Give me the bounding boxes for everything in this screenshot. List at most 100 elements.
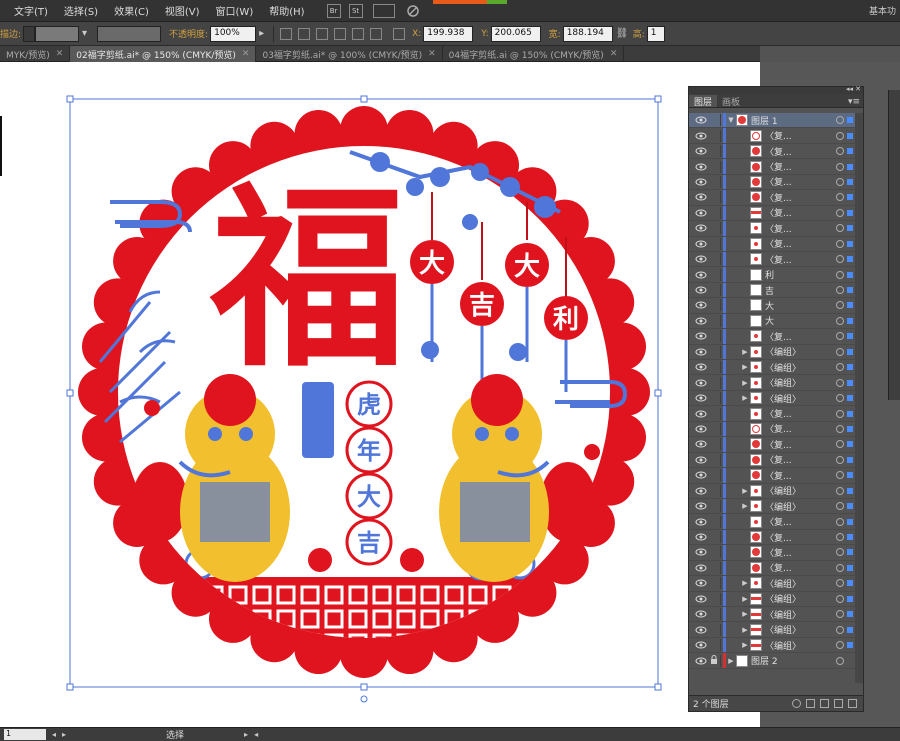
target-circle-icon[interactable] [836, 424, 844, 433]
lock-toggle[interactable] [709, 515, 721, 528]
target-circle-icon[interactable] [836, 131, 844, 140]
selection-indicator[interactable] [847, 379, 853, 386]
dropdown-icon[interactable]: ▾ [82, 28, 90, 40]
layer-row[interactable]: 〈复... [689, 560, 857, 577]
lock-toggle[interactable] [709, 654, 721, 667]
lock-toggle[interactable] [709, 469, 721, 482]
visibility-eye-icon[interactable] [695, 224, 707, 232]
target-circle-icon[interactable] [836, 239, 844, 248]
layer-name[interactable]: 〈复... [765, 145, 836, 158]
selection-indicator[interactable] [847, 456, 853, 463]
lock-toggle[interactable] [709, 453, 721, 466]
height-field[interactable]: 1 [646, 25, 665, 42]
lock-toggle[interactable] [709, 361, 721, 374]
visibility-eye-icon[interactable] [695, 348, 707, 356]
target-circle-icon[interactable] [836, 625, 844, 634]
lock-toggle[interactable] [709, 114, 721, 127]
layer-row[interactable]: ▶ 〈编组〉 [689, 360, 857, 376]
align-middle-icon[interactable] [352, 27, 365, 40]
target-circle-icon[interactable] [836, 147, 844, 156]
lock-toggle[interactable] [709, 577, 721, 590]
layer-row[interactable]: ▶ 图层 2 [689, 653, 857, 669]
layer-row[interactable]: ▶ 〈编组〉 [689, 483, 857, 499]
layer-row[interactable]: 〈复... [689, 452, 857, 469]
panel-menu-icon[interactable]: ▾≡ [848, 97, 860, 107]
target-circle-icon[interactable] [836, 332, 844, 341]
lock-toggle[interactable] [709, 222, 721, 235]
layer-row[interactable]: 〈复... [689, 514, 857, 530]
target-circle-icon[interactable] [836, 594, 844, 603]
menu-type[interactable]: 文字(T) [0, 3, 56, 18]
arrange-documents-button[interactable] [372, 3, 395, 18]
layer-row[interactable]: ▶ 〈编组〉 [689, 375, 857, 391]
layer-name[interactable]: 〈复... [765, 438, 836, 451]
layer-name[interactable]: 〈复... [765, 206, 836, 219]
layer-name[interactable]: 〈复... [765, 330, 836, 343]
layer-row[interactable]: 〈复... [689, 468, 857, 484]
lock-toggle[interactable] [709, 299, 721, 312]
lock-toggle[interactable] [709, 438, 721, 451]
menu-window[interactable]: 窗口(W) [208, 3, 262, 18]
visibility-eye-icon[interactable] [695, 533, 707, 541]
layer-row[interactable]: 〈复... [689, 236, 857, 252]
selection-indicator[interactable] [847, 395, 853, 402]
layer-row[interactable]: 〈复... [689, 529, 857, 546]
layer-name[interactable]: 〈复... [765, 561, 836, 574]
layer-name[interactable]: 〈编组〉 [765, 376, 836, 389]
new-sublayer-icon[interactable] [820, 699, 829, 708]
lock-toggle[interactable] [709, 376, 721, 389]
paper-cut-artwork[interactable]: 福 大 吉 大 利 虎 年 大 吉 [0, 62, 760, 727]
link-icon[interactable]: ⛓ [616, 28, 629, 40]
lock-toggle[interactable] [709, 145, 721, 158]
visibility-eye-icon[interactable] [695, 317, 707, 325]
lock-toggle[interactable] [709, 484, 721, 497]
visibility-eye-icon[interactable] [695, 425, 707, 433]
opacity-arrow-icon[interactable]: ▸ [259, 28, 267, 40]
layer-row[interactable]: ▶ 〈编组〉 [689, 637, 857, 654]
layer-name[interactable]: 〈编组〉 [765, 623, 836, 636]
selection-indicator[interactable] [847, 240, 853, 247]
status-menu-icon[interactable]: ▸ [244, 730, 248, 739]
target-circle-icon[interactable] [836, 656, 844, 665]
artboard-canvas[interactable]: 福 大 吉 大 利 虎 年 大 吉 [0, 62, 760, 727]
visibility-eye-icon[interactable] [695, 518, 707, 526]
layer-name[interactable]: 〈复... [765, 407, 836, 420]
layer-row[interactable]: ▶ 〈编组〉 [689, 344, 857, 360]
layer-name[interactable]: 〈复... [765, 175, 836, 188]
new-layer-icon[interactable] [834, 699, 843, 708]
lock-toggle[interactable] [709, 191, 721, 204]
tab-layers[interactable]: 图层 [689, 95, 718, 108]
layer-row[interactable]: ▶ 〈编组〉 [689, 622, 857, 638]
align-top-icon[interactable] [334, 27, 347, 40]
visibility-eye-icon[interactable] [695, 394, 707, 402]
visibility-eye-icon[interactable] [695, 610, 707, 618]
expand-arrow-icon[interactable]: ▼ [726, 116, 736, 124]
layer-row[interactable]: 大 [689, 313, 857, 330]
layer-name[interactable]: 〈编组〉 [765, 361, 836, 374]
prev-artboard-icon[interactable]: ◂ [52, 730, 56, 739]
selection-indicator[interactable] [847, 333, 853, 340]
selection-indicator[interactable] [847, 364, 853, 371]
target-circle-icon[interactable] [836, 177, 844, 186]
lock-toggle[interactable] [709, 284, 721, 297]
expand-arrow-icon[interactable]: ▶ [740, 595, 750, 603]
expand-arrow-icon[interactable]: ▶ [740, 610, 750, 618]
target-circle-icon[interactable] [836, 563, 844, 572]
artboard-number-field[interactable]: 1 [4, 729, 46, 740]
tab-artboards[interactable]: 画板 [717, 95, 745, 108]
visibility-eye-icon[interactable] [695, 286, 707, 294]
visibility-eye-icon[interactable] [695, 255, 707, 263]
target-circle-icon[interactable] [836, 316, 844, 325]
stroke-weight-field[interactable] [35, 25, 80, 42]
layer-name[interactable]: 〈编组〉 [765, 639, 836, 652]
collapsed-panel-strip[interactable] [888, 90, 900, 400]
layer-row[interactable]: 〈复... [689, 545, 857, 561]
expand-arrow-icon[interactable]: ▶ [740, 626, 750, 634]
lock-toggle[interactable] [709, 160, 721, 173]
selection-indicator[interactable] [847, 580, 853, 587]
selection-indicator[interactable] [847, 518, 853, 525]
visibility-eye-icon[interactable] [695, 440, 707, 448]
lock-toggle[interactable] [709, 531, 721, 544]
selection-indicator[interactable] [847, 117, 853, 124]
layer-name[interactable]: 〈复... [765, 253, 836, 266]
